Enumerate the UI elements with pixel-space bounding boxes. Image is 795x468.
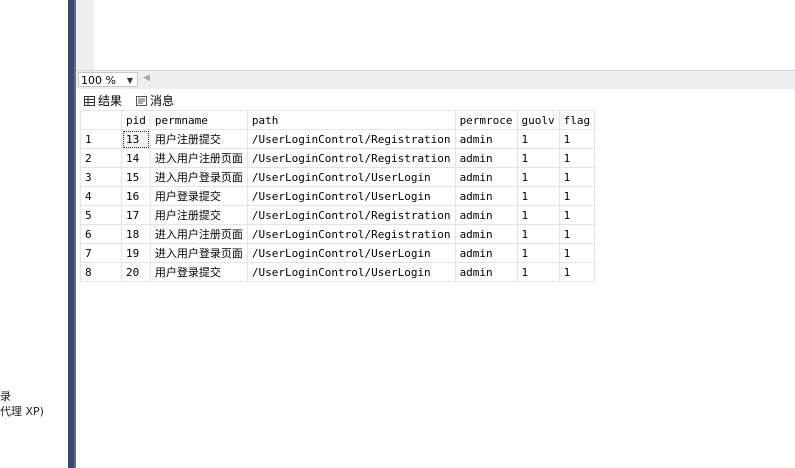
zoom-bar: 100 % ▼ ◀ xyxy=(76,70,795,89)
cell-path[interactable]: /UserLoginControl/Registration xyxy=(246,205,456,225)
row-number[interactable]: 2 xyxy=(80,148,122,168)
cell-permname[interactable]: 用户注册提交 xyxy=(149,205,248,225)
cell-permname[interactable]: 进入用户注册页面 xyxy=(149,224,248,244)
object-explorer-pane: 录 代理 XP) xyxy=(0,0,68,468)
row-number[interactable]: 6 xyxy=(80,224,122,244)
cell-permroce[interactable]: admin xyxy=(454,186,518,206)
cell-permname[interactable]: 进入用户登录页面 xyxy=(149,167,248,187)
table-row[interactable]: 1 13 用户注册提交 /UserLoginControl/Registrati… xyxy=(80,129,596,149)
cell-permroce[interactable]: admin xyxy=(454,129,518,149)
cell-pid[interactable]: 20 xyxy=(121,262,151,282)
cell-guolv[interactable]: 1 xyxy=(516,243,560,263)
table-row[interactable]: 3 15 进入用户登录页面 /UserLoginControl/UserLogi… xyxy=(80,167,596,187)
results-grid: pid permname path permroce guolv flag 1 … xyxy=(80,110,596,282)
pane-splitter[interactable] xyxy=(68,0,76,468)
cell-guolv[interactable]: 1 xyxy=(516,129,560,149)
cell-guolv[interactable]: 1 xyxy=(516,224,560,244)
cell-path[interactable]: /UserLoginControl/Registration xyxy=(246,224,456,244)
cell-guolv[interactable]: 1 xyxy=(516,262,560,282)
cell-pid[interactable]: 15 xyxy=(121,167,151,187)
cell-path[interactable]: /UserLoginControl/UserLogin xyxy=(246,186,456,206)
scroll-left-icon[interactable]: ◀ xyxy=(143,73,150,83)
column-header-guolv[interactable]: guolv xyxy=(516,110,560,130)
table-row[interactable]: 8 20 用户登录提交 /UserLoginControl/UserLogin … xyxy=(80,262,596,282)
table-row[interactable]: 5 17 用户注册提交 /UserLoginControl/Registrati… xyxy=(80,205,596,225)
row-number[interactable]: 4 xyxy=(80,186,122,206)
row-number[interactable]: 8 xyxy=(80,262,122,282)
tab-messages[interactable]: 消息 xyxy=(136,92,174,109)
table-row[interactable]: 6 18 进入用户注册页面 /UserLoginControl/Registra… xyxy=(80,224,596,244)
cell-permname[interactable]: 用户注册提交 xyxy=(149,129,248,149)
cell-flag[interactable]: 1 xyxy=(558,224,596,244)
cell-guolv[interactable]: 1 xyxy=(516,205,560,225)
tab-results[interactable]: 结果 xyxy=(84,92,122,109)
cell-path[interactable]: /UserLoginControl/UserLogin xyxy=(246,262,456,282)
explorer-item-text[interactable]: 录 xyxy=(0,388,11,404)
cell-permname[interactable]: 用户登录提交 xyxy=(149,186,248,206)
row-number[interactable]: 7 xyxy=(80,243,122,263)
cell-flag[interactable]: 1 xyxy=(558,243,596,263)
cell-guolv[interactable]: 1 xyxy=(516,186,560,206)
cell-permname[interactable]: 用户登录提交 xyxy=(149,262,248,282)
tab-messages-label: 消息 xyxy=(150,94,175,108)
chevron-down-icon: ▼ xyxy=(126,76,133,85)
cell-pid[interactable]: 18 xyxy=(121,224,151,244)
tab-results-label: 结果 xyxy=(98,94,123,108)
cell-flag[interactable]: 1 xyxy=(558,205,596,225)
zoom-select[interactable]: 100 % ▼ xyxy=(78,72,138,87)
cell-permname[interactable]: 进入用户登录页面 xyxy=(149,243,248,263)
explorer-item-text-agent[interactable]: 代理 XP) xyxy=(0,403,44,419)
cell-guolv[interactable]: 1 xyxy=(516,148,560,168)
cell-flag[interactable]: 1 xyxy=(558,186,596,206)
row-number[interactable]: 1 xyxy=(80,129,122,149)
table-row[interactable]: 2 14 进入用户注册页面 /UserLoginControl/Registra… xyxy=(80,148,596,168)
cell-permname[interactable]: 进入用户注册页面 xyxy=(149,148,248,168)
cell-guolv[interactable]: 1 xyxy=(516,167,560,187)
zoom-value: 100 % xyxy=(81,74,116,87)
cell-permroce[interactable]: admin xyxy=(454,205,518,225)
cell-path[interactable]: /UserLoginControl/UserLogin xyxy=(246,243,456,263)
column-header-path[interactable]: path xyxy=(246,110,456,130)
cell-flag[interactable]: 1 xyxy=(558,129,596,149)
cell-flag[interactable]: 1 xyxy=(558,148,596,168)
cell-permroce[interactable]: admin xyxy=(454,224,518,244)
grid-icon xyxy=(84,95,95,106)
cell-pid[interactable]: 14 xyxy=(121,148,151,168)
column-header-permroce[interactable]: permroce xyxy=(454,110,518,130)
row-number[interactable]: 5 xyxy=(80,205,122,225)
cell-pid[interactable]: 19 xyxy=(121,243,151,263)
message-icon xyxy=(136,95,147,106)
query-editor[interactable] xyxy=(76,0,795,70)
table-row[interactable]: 7 19 进入用户登录页面 /UserLoginControl/UserLogi… xyxy=(80,243,596,263)
editor-margin xyxy=(76,0,94,70)
column-header-permname[interactable]: permname xyxy=(149,110,248,130)
cell-pid[interactable]: 13 xyxy=(121,129,151,149)
cell-path[interactable]: /UserLoginControl/Registration xyxy=(246,148,456,168)
cell-flag[interactable]: 1 xyxy=(558,167,596,187)
row-number[interactable]: 3 xyxy=(80,167,122,187)
cell-pid[interactable]: 16 xyxy=(121,186,151,206)
cell-permroce[interactable]: admin xyxy=(454,243,518,263)
row-number-header[interactable] xyxy=(80,110,122,130)
cell-permroce[interactable]: admin xyxy=(454,262,518,282)
cell-permroce[interactable]: admin xyxy=(454,148,518,168)
cell-pid[interactable]: 17 xyxy=(121,205,151,225)
results-tabs: 结果 消息 xyxy=(76,89,795,109)
cell-flag[interactable]: 1 xyxy=(558,262,596,282)
column-header-flag[interactable]: flag xyxy=(558,110,596,130)
table-row[interactable]: 4 16 用户登录提交 /UserLoginControl/UserLogin … xyxy=(80,186,596,206)
grid-header-row: pid permname path permroce guolv flag xyxy=(80,110,596,130)
cell-path[interactable]: /UserLoginControl/UserLogin xyxy=(246,167,456,187)
cell-path[interactable]: /UserLoginControl/Registration xyxy=(246,129,456,149)
column-header-pid[interactable]: pid xyxy=(121,110,151,130)
cell-permroce[interactable]: admin xyxy=(454,167,518,187)
